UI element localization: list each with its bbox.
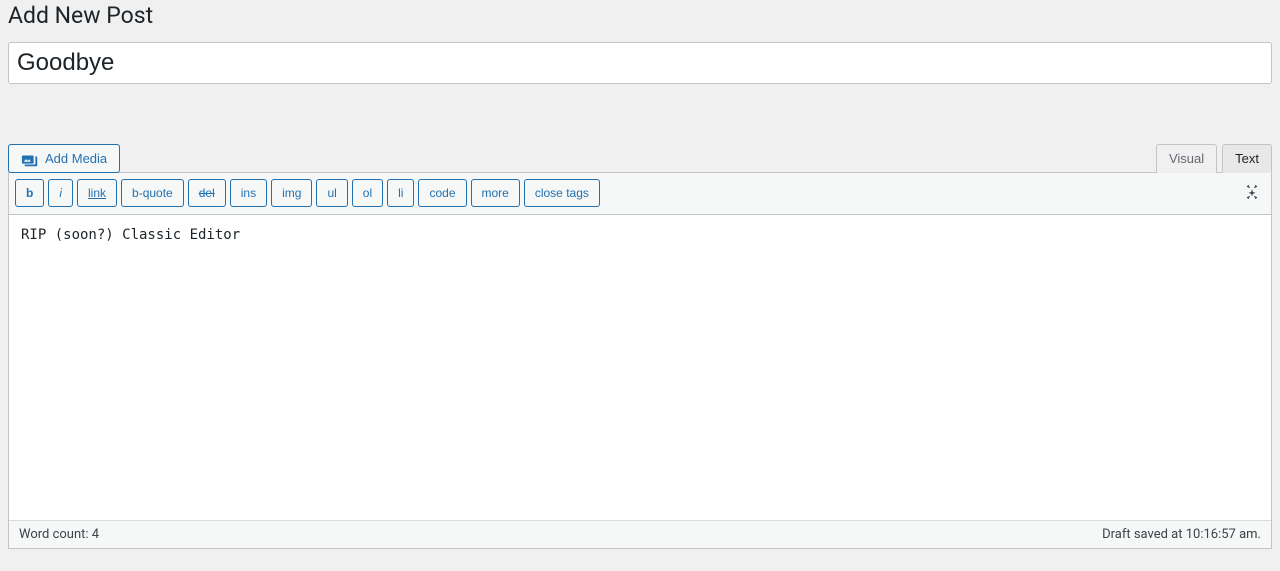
qt-link-button[interactable]: link <box>77 179 117 207</box>
tab-text[interactable]: Text <box>1222 144 1272 173</box>
quicktags-toolbar: b i link b-quote del ins img ul ol li co… <box>9 173 1271 215</box>
qt-ol-button[interactable]: ol <box>352 179 383 207</box>
editor-tabs: Visual Text <box>1151 144 1272 173</box>
word-count-label: Word count: 4 <box>19 527 99 542</box>
status-bar: Word count: 4 Draft saved at 10:16:57 am… <box>9 520 1271 548</box>
qt-code-button[interactable]: code <box>418 179 466 207</box>
add-media-label: Add Media <box>45 151 107 166</box>
editor-container: b i link b-quote del ins img ul ol li co… <box>8 172 1272 549</box>
qt-more-button[interactable]: more <box>471 179 520 207</box>
qt-img-button[interactable]: img <box>271 179 312 207</box>
qt-bold-button[interactable]: b <box>15 179 44 207</box>
qt-li-button[interactable]: li <box>387 179 414 207</box>
post-content-textarea[interactable]: RIP (soon?) Classic Editor <box>9 215 1271 520</box>
qt-ul-button[interactable]: ul <box>316 179 347 207</box>
qt-italic-button[interactable]: i <box>48 179 73 207</box>
save-status-label: Draft saved at 10:16:57 am. <box>1102 527 1261 542</box>
fullscreen-icon <box>1243 183 1261 204</box>
qt-ins-button[interactable]: ins <box>230 179 267 207</box>
tab-visual[interactable]: Visual <box>1156 144 1217 173</box>
post-title-input[interactable] <box>8 42 1272 84</box>
page-title: Add New Post <box>8 2 1272 42</box>
add-media-button[interactable]: Add Media <box>8 144 120 173</box>
media-icon <box>21 151 39 165</box>
qt-close-tags-button[interactable]: close tags <box>524 179 600 207</box>
qt-bquote-button[interactable]: b-quote <box>121 179 184 207</box>
fullscreen-button[interactable] <box>1239 179 1265 208</box>
qt-del-button[interactable]: del <box>188 179 226 207</box>
